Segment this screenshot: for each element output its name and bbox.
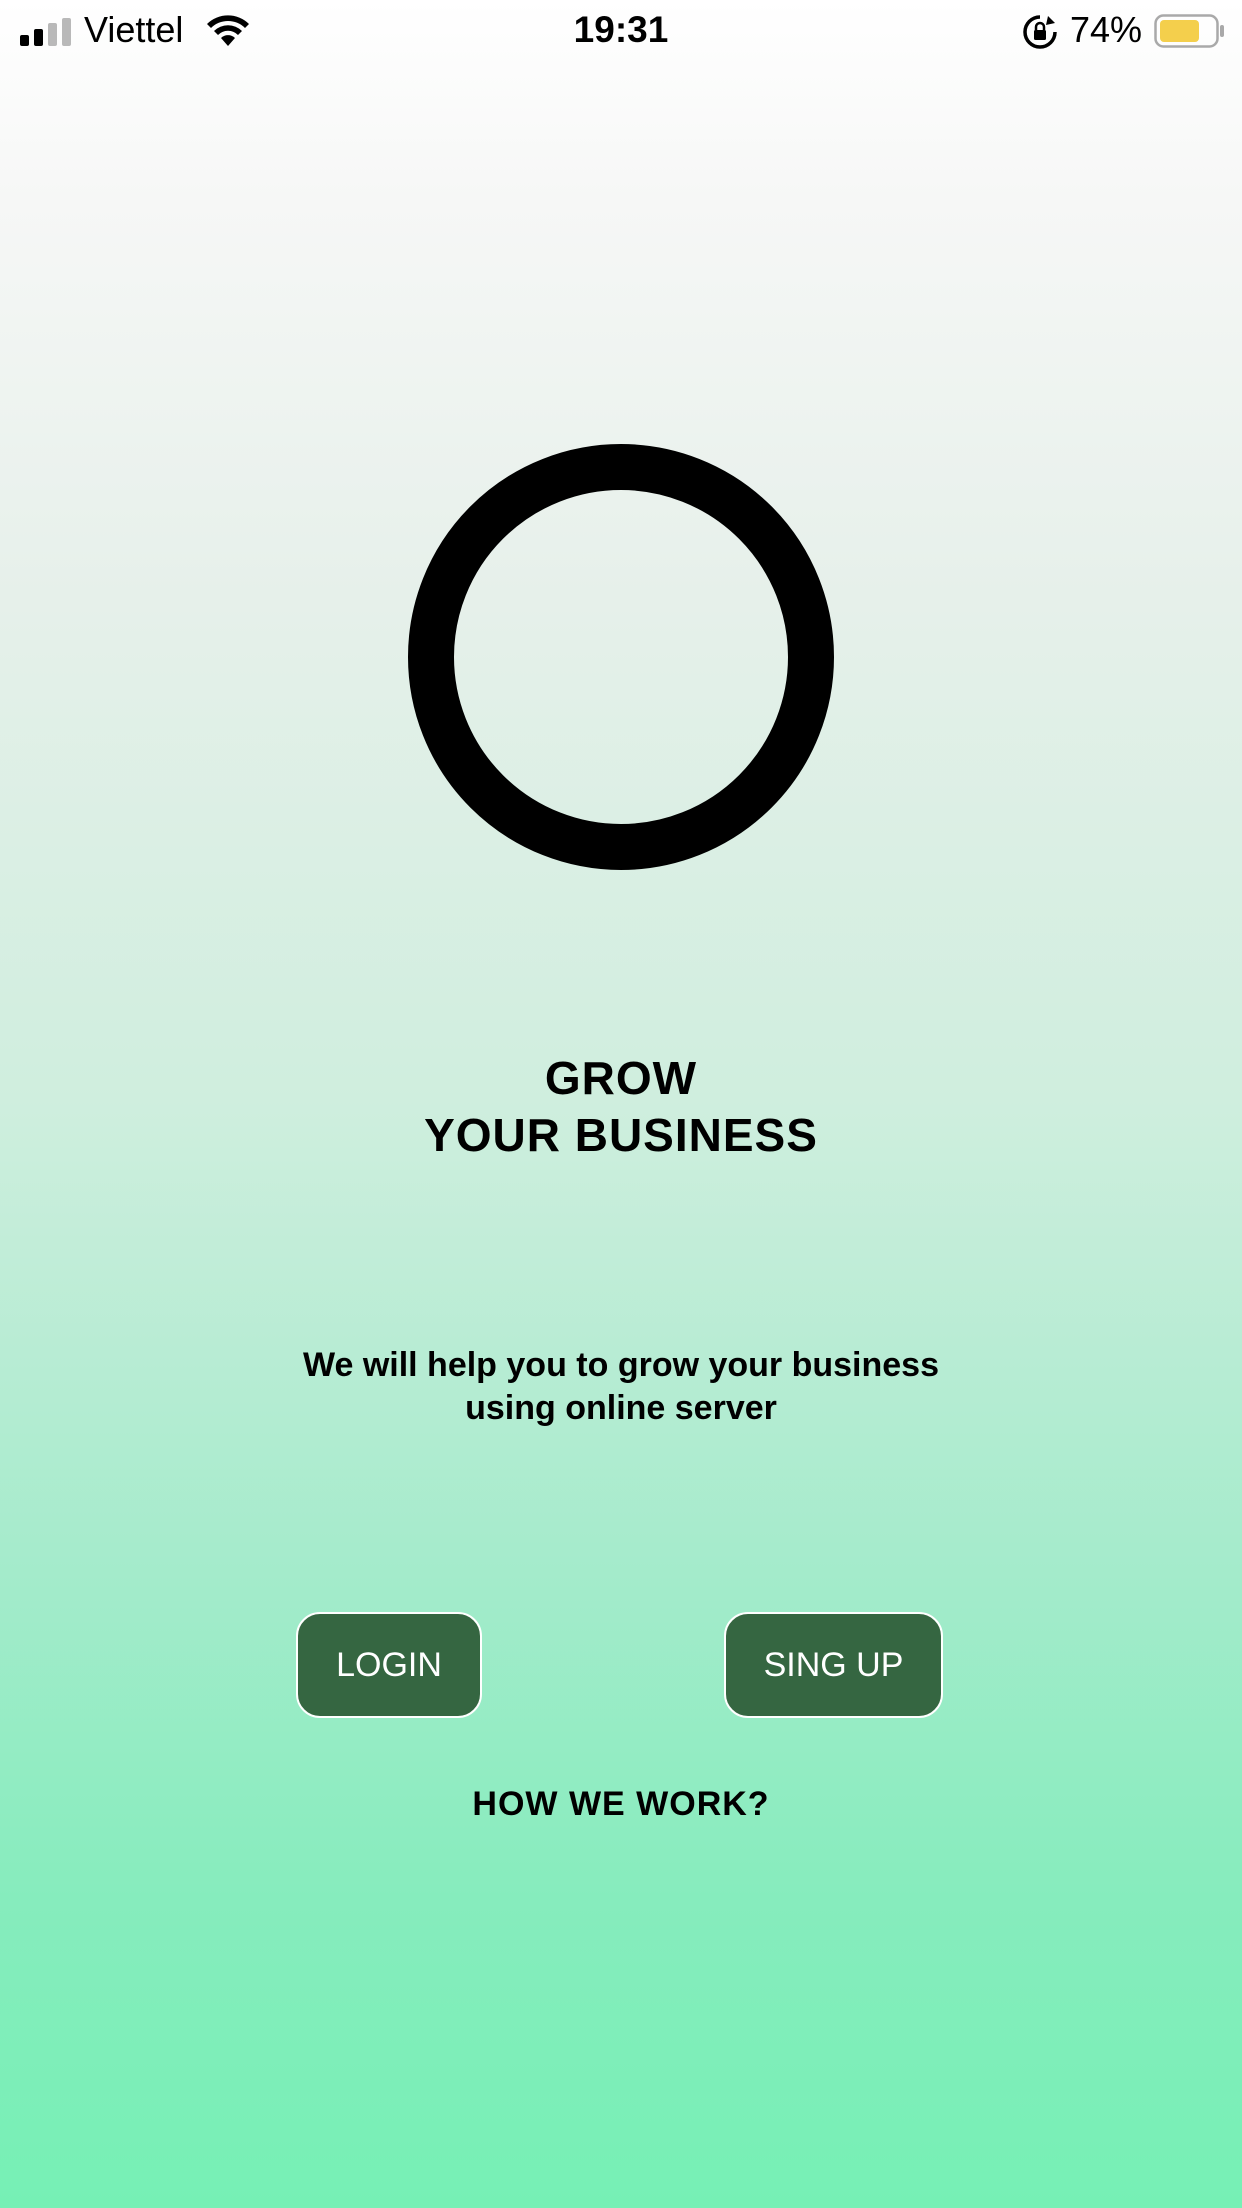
battery-icon [1154, 14, 1224, 48]
title-line-2: YOUR BUSINESS [424, 1109, 818, 1161]
tagline-line-1: We will help you to grow your business [302, 1346, 939, 1384]
battery-percentage: 74% [1070, 9, 1143, 50]
tagline: We will help you to grow your business u… [0, 1344, 1242, 1430]
rotation-lock-icon [1023, 15, 1057, 49]
signup-button[interactable]: SING UP [724, 1612, 943, 1718]
status-bar: Viettel 19:31 74% [0, 0, 1242, 62]
login-button[interactable]: LOGIN [296, 1612, 482, 1718]
title-line-1: GROW [544, 1052, 698, 1104]
page-title: GROW YOUR BUSINESS [0, 1050, 1242, 1164]
ring-logo-icon [408, 444, 834, 870]
how-we-work-link[interactable]: HOW WE WORK? [0, 1782, 1242, 1826]
tagline-line-2: using online server [465, 1389, 777, 1427]
